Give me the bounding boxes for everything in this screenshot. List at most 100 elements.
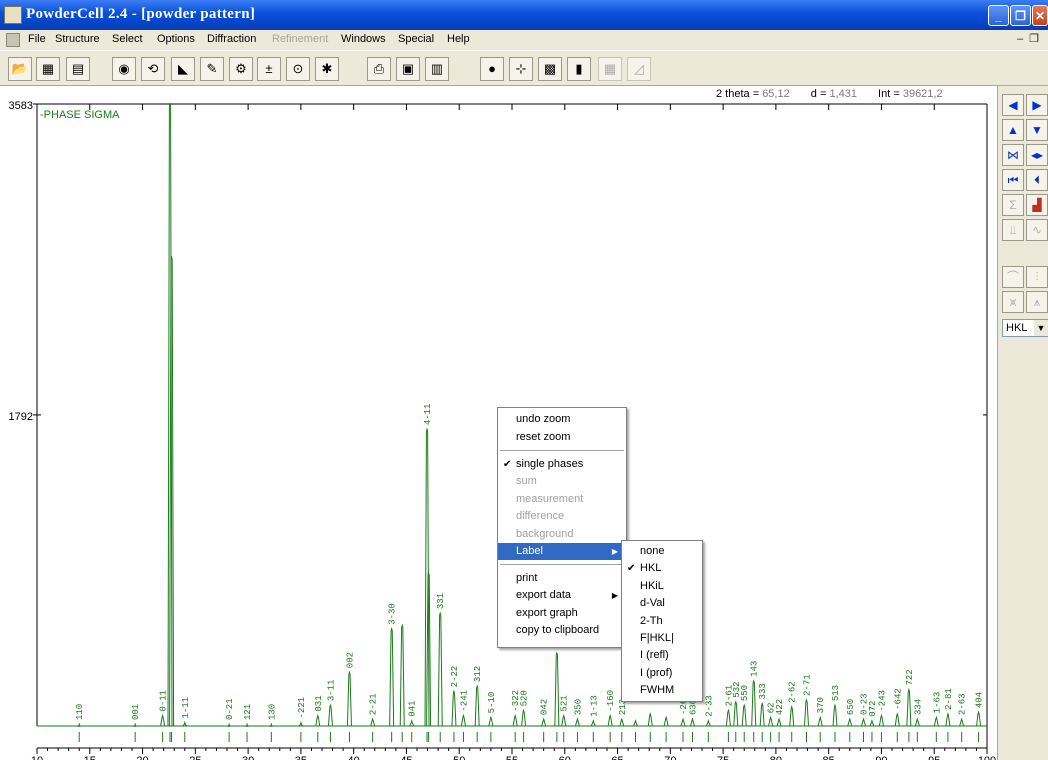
label-fwhm[interactable]: FWHM — [622, 682, 700, 699]
zoom-out-x-icon[interactable]: ◂▸ — [1026, 144, 1048, 166]
mdi-minimize-button[interactable]: – — [1014, 34, 1026, 46]
peak-label: 2-63 — [958, 693, 968, 715]
submenu-arrow-icon: ▶ — [611, 547, 618, 556]
title-bar: PowderCell 2.4 - [powder pattern] _ ❐ ✕ — [0, 0, 1048, 30]
menu-refinement: Refinement — [272, 33, 329, 45]
refine-icon: ⩚ — [1026, 291, 1048, 313]
menu-diffraction[interactable]: Diffraction — [207, 33, 256, 45]
peak — [817, 715, 823, 727]
peak — [869, 719, 875, 727]
document-system-icon[interactable] — [6, 33, 20, 47]
delta-x-icon[interactable]: ± — [257, 57, 281, 81]
label-none[interactable]: none — [622, 543, 700, 560]
peak — [690, 717, 695, 727]
menu-options[interactable]: Options — [157, 33, 195, 45]
arrow-left-icon[interactable]: ◀ — [1002, 94, 1024, 116]
menu-windows[interactable]: Windows — [341, 33, 386, 45]
previous-icon[interactable]: ⏴ — [1026, 169, 1048, 191]
label-hkl[interactable]: ✔ HKL — [622, 560, 700, 577]
structure-icon[interactable]: ▦ — [36, 57, 60, 81]
peak-label: 2-62 — [788, 681, 798, 703]
arrow-right-icon[interactable]: ▶ — [1026, 94, 1048, 116]
print-icon[interactable]: ⎙ — [367, 57, 391, 81]
pattern-icon[interactable]: ▟ — [1026, 194, 1048, 216]
info-icon[interactable]: ▮ — [567, 57, 591, 81]
menu-file[interactable]: File — [28, 33, 46, 45]
peak-label: -160 — [606, 690, 616, 712]
peak — [759, 701, 765, 727]
fit-peaks-icon: ⩙ — [1002, 291, 1024, 313]
menu-special[interactable]: Special — [398, 33, 434, 45]
peak — [959, 717, 965, 727]
rotate-icon[interactable]: ⟲ — [141, 57, 165, 81]
arrow-down-icon[interactable]: ▼ — [1026, 119, 1048, 141]
peak — [554, 651, 560, 727]
peak — [741, 703, 747, 727]
right-tool-panel: ◀ ▶ ▲ ▼ ⋈ ◂▸ ⏮ ⏴ Σ ▟ ⫫ ∿ ⌒ ⫶ ⩙ ⩚ HKL ▼ — [997, 86, 1048, 760]
chevron-down-icon[interactable]: ▼ — [1034, 320, 1048, 336]
minimize-button[interactable]: _ — [988, 5, 1009, 26]
menu-single-phases[interactable]: ✔ single phases — [498, 456, 624, 473]
peak — [705, 719, 711, 727]
label-d-val[interactable]: d-Val — [622, 595, 700, 612]
menu-reset-zoom[interactable]: reset zoom — [498, 429, 624, 446]
hkl-icon[interactable]: ⊙ — [286, 57, 310, 81]
label-type-select[interactable]: HKL ▼ — [1002, 319, 1048, 337]
crosshair-icon[interactable]: ⊹ — [509, 57, 533, 81]
chart-icon[interactable]: ◣ — [171, 57, 195, 81]
menu-separator — [500, 450, 624, 452]
y-tick-label: 3583 — [9, 100, 33, 112]
peak-label: -221 — [297, 697, 307, 719]
peak — [370, 717, 376, 727]
color-palette-icon[interactable]: ▩ — [538, 57, 562, 81]
zoom-in-x-icon[interactable]: ⋈ — [1002, 144, 1024, 166]
export-icon[interactable]: ▥ — [425, 57, 449, 81]
restore-button[interactable]: ❐ — [1010, 5, 1031, 26]
menu-copy-to-clipboard[interactable]: copy to clipboard — [498, 622, 624, 639]
label-i-prof[interactable]: I (prof) — [622, 665, 700, 682]
label-f-hkl[interactable]: F|HKL| — [622, 630, 700, 647]
close-button[interactable]: ✕ — [1032, 5, 1048, 26]
crystal-view-icon[interactable]: ◉ — [112, 57, 136, 81]
sphere-icon[interactable]: ● — [480, 57, 504, 81]
arrow-up-icon[interactable]: ▲ — [1002, 119, 1024, 141]
menu-export-data[interactable]: export data ▶ — [498, 587, 624, 604]
menu-help[interactable]: Help — [447, 33, 470, 45]
menu-print[interactable]: print — [498, 570, 624, 587]
peak — [914, 717, 920, 727]
menu-structure[interactable]: Structure — [55, 33, 100, 45]
difference-icon: ∿ — [1026, 219, 1048, 241]
x-tick-label: 60 — [559, 755, 571, 760]
peak — [574, 717, 580, 727]
open-icon[interactable]: 📂 — [8, 57, 32, 81]
label-hkil[interactable]: HKiL — [622, 578, 700, 595]
x-tick-label: 95 — [928, 755, 940, 760]
app-icon[interactable] — [4, 6, 22, 24]
menu-label[interactable]: Label ▶ — [498, 543, 624, 560]
menu-bar: File Structure Select Options Diffractio… — [0, 30, 1048, 50]
notes-icon[interactable]: ▤ — [66, 57, 90, 81]
print-preview-icon[interactable]: ▣ — [396, 57, 420, 81]
menu-export-graph[interactable]: export graph — [498, 605, 624, 622]
x-tick-label: 75 — [717, 755, 729, 760]
menu-undo-zoom[interactable]: undo zoom — [498, 411, 624, 428]
peak-label: 1-11 — [181, 697, 191, 719]
peak-label: 041 — [408, 701, 418, 717]
edit-icon[interactable]: ✎ — [200, 57, 224, 81]
fit-icon[interactable]: ⚙ — [229, 57, 253, 81]
peak-label: 143 — [750, 661, 760, 677]
peak-label: 2-22 — [450, 666, 460, 688]
label-i-refl[interactable]: I (refl) — [622, 647, 700, 664]
label-2-th[interactable]: 2-Th — [622, 613, 700, 630]
peak — [512, 713, 518, 727]
settings-icon[interactable]: ✱ — [315, 57, 339, 81]
mdi-restore-button[interactable]: ❐ — [1028, 34, 1040, 46]
peak-label: 0-21 — [225, 698, 235, 720]
peak-label: 2-21 — [369, 693, 379, 715]
first-icon[interactable]: ⏮ — [1002, 169, 1024, 191]
peak — [725, 708, 731, 727]
peak-label: 110 — [75, 704, 85, 720]
peak — [315, 713, 321, 727]
menu-background: background — [516, 528, 574, 540]
menu-select[interactable]: Select — [112, 33, 143, 45]
